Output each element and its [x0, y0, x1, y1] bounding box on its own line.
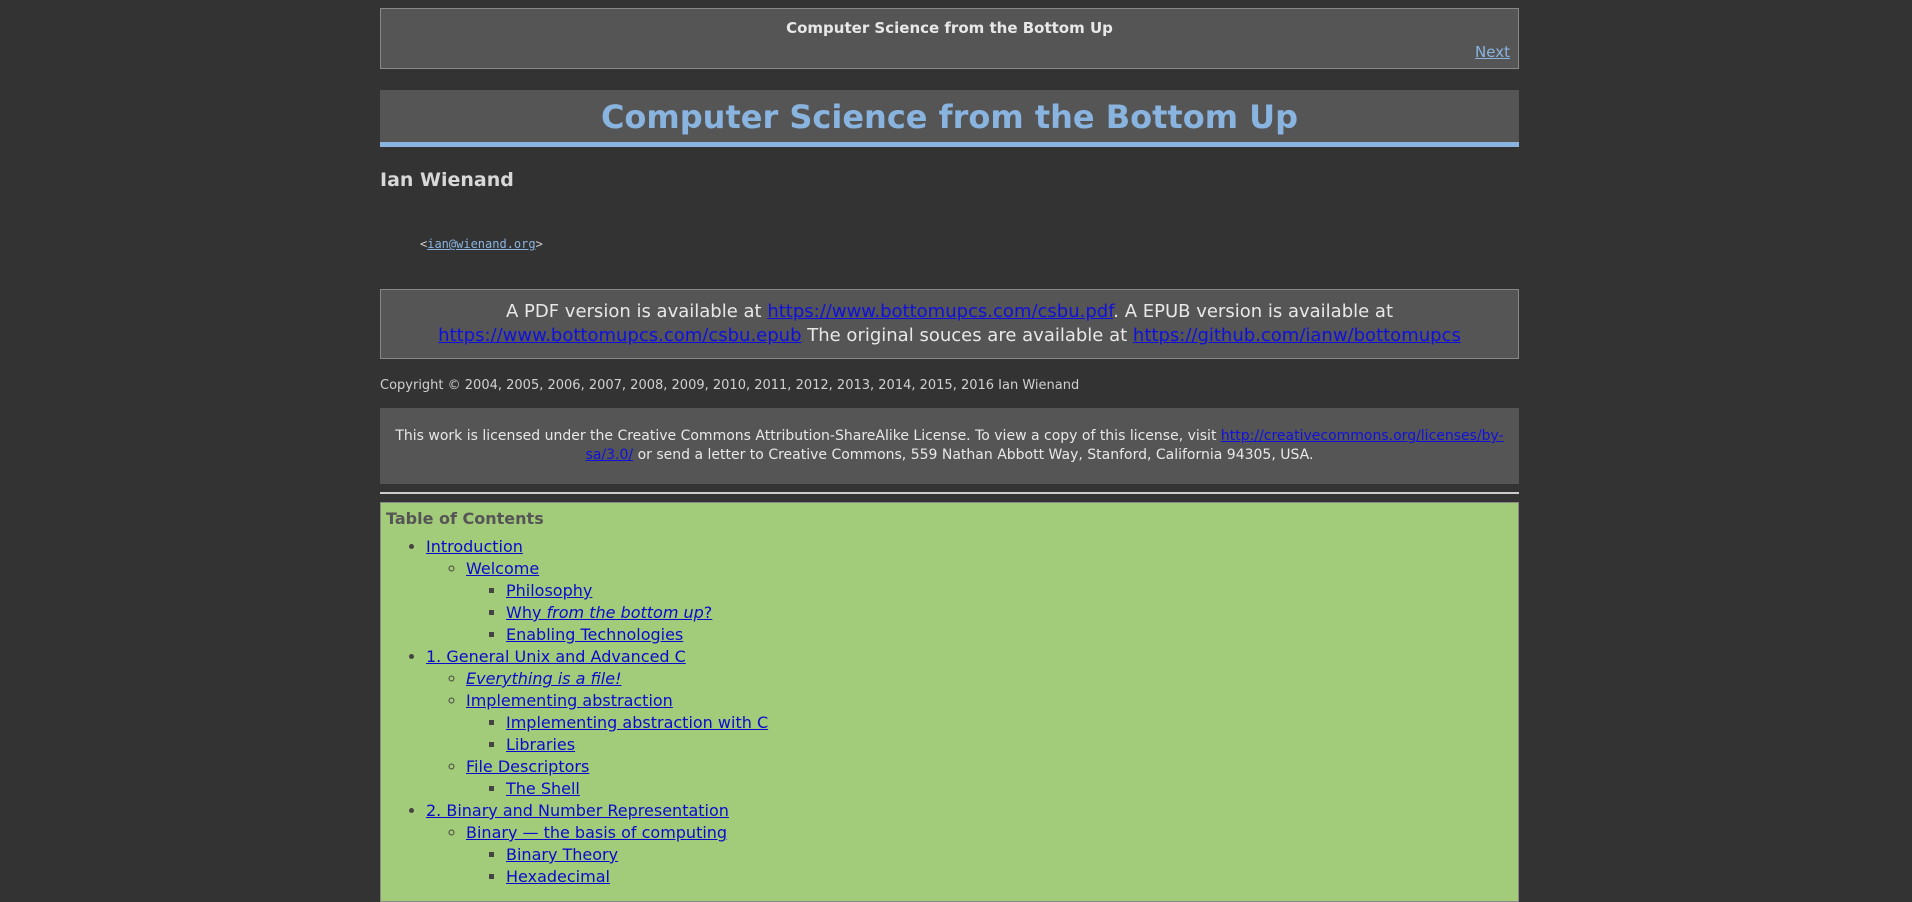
toc-link-philosophy[interactable]: Philosophy: [506, 581, 592, 600]
toc-link-binary-theory[interactable]: Binary Theory: [506, 845, 618, 864]
email-link[interactable]: ian@wienand.org: [427, 237, 535, 251]
toc-link-implementing-abstraction[interactable]: Implementing abstraction: [466, 691, 673, 710]
toc-item: Libraries: [506, 734, 1513, 756]
toc-list: Introduction Welcome Philosophy Why from…: [386, 536, 1513, 888]
toc-item: Introduction Welcome Philosophy Why from…: [426, 536, 1513, 646]
why-emphasis: from the bottom up: [546, 603, 704, 622]
toc-link-binary-basis[interactable]: Binary — the basis of computing: [466, 823, 727, 842]
availability-text-2: . A EPUB version is available at: [1113, 301, 1394, 322]
toc-link-file-descriptors[interactable]: File Descriptors: [466, 757, 589, 776]
availability-note: A PDF version is available at https://ww…: [380, 289, 1519, 359]
toc-item: Why from the bottom up?: [506, 602, 1513, 624]
book-title: Computer Science from the Bottom Up: [380, 90, 1519, 147]
table-of-contents: Table of Contents Introduction Welcome P…: [380, 502, 1519, 902]
toc-item: Hexadecimal: [506, 866, 1513, 888]
author-name: Ian Wienand: [380, 169, 514, 191]
toc-item: Implementing abstraction Implementing ab…: [466, 690, 1513, 756]
toc-link-chapter-2[interactable]: 2. Binary and Number Representation: [426, 801, 729, 820]
toc-item: Binary — the basis of computing Binary T…: [466, 822, 1513, 888]
copyright: Copyright © 2004, 2005, 2006, 2007, 2008…: [380, 378, 1080, 393]
toc-link-hexadecimal[interactable]: Hexadecimal: [506, 867, 610, 886]
source-link[interactable]: https://github.com/ianw/bottomupcs: [1133, 325, 1461, 346]
availability-text-1: A PDF version is available at: [505, 301, 768, 322]
toc-link-enabling-technologies[interactable]: Enabling Technologies: [506, 625, 683, 644]
author-email: <ian@wienand.org>: [420, 237, 1519, 251]
navigation-header: Computer Science from the Bottom Up Next: [380, 8, 1519, 69]
availability-text-3: The original souces are available at: [801, 325, 1133, 346]
toc-item: Welcome Philosophy Why from the bottom u…: [466, 558, 1513, 646]
toc-link-the-shell[interactable]: The Shell: [506, 779, 580, 798]
divider: [380, 492, 1519, 494]
toc-item: Everything is a file!: [466, 668, 1513, 690]
toc-link-everything-is-a-file[interactable]: Everything is a file!: [466, 669, 622, 688]
toc-link-chapter-1[interactable]: 1. General Unix and Advanced C: [426, 647, 686, 666]
toc-item: Enabling Technologies: [506, 624, 1513, 646]
why-prefix: Why: [506, 603, 547, 622]
nav-title: Computer Science from the Bottom Up: [786, 19, 1113, 37]
why-suffix: ?: [703, 603, 713, 622]
license-text-1: This work is licensed under the Creative…: [395, 428, 1221, 444]
epub-link[interactable]: https://www.bottomupcs.com/csbu.epub: [438, 325, 801, 346]
toc-title: Table of Contents: [386, 509, 544, 528]
toc-item: 1. General Unix and Advanced C Everythin…: [426, 646, 1513, 800]
toc-item: Philosophy: [506, 580, 1513, 602]
toc-item: The Shell: [506, 778, 1513, 800]
license-note: This work is licensed under the Creative…: [380, 408, 1519, 484]
toc-link-libraries[interactable]: Libraries: [506, 735, 575, 754]
page: Computer Science from the Bottom Up Next…: [380, 8, 1519, 902]
email-close-bracket: >: [535, 237, 543, 251]
toc-item: Binary Theory: [506, 844, 1513, 866]
toc-item: File Descriptors The Shell: [466, 756, 1513, 800]
next-link[interactable]: Next: [1475, 43, 1510, 61]
pdf-link[interactable]: https://www.bottomupcs.com/csbu.pdf: [767, 301, 1113, 322]
toc-link-why-bottom-up[interactable]: Why from the bottom up?: [506, 603, 712, 622]
toc-link-introduction[interactable]: Introduction: [426, 537, 523, 556]
toc-item: 2. Binary and Number Representation Bina…: [426, 800, 1513, 888]
license-text-2: or send a letter to Creative Commons, 55…: [633, 447, 1314, 463]
toc-link-welcome[interactable]: Welcome: [466, 559, 539, 578]
toc-link-implementing-abstraction-c[interactable]: Implementing abstraction with C: [506, 713, 768, 732]
toc-item: Implementing abstraction with C: [506, 712, 1513, 734]
